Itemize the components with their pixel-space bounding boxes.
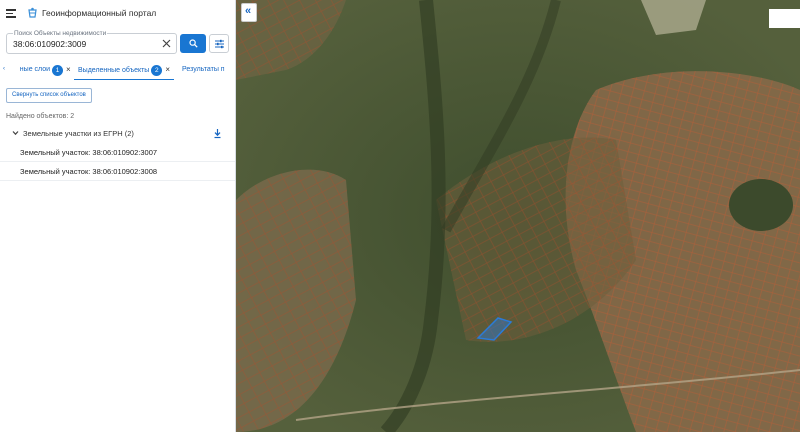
download-icon[interactable] bbox=[213, 128, 222, 139]
tab-scroll-left-icon[interactable]: ‹ bbox=[3, 66, 5, 72]
app-title: Геоинформационный портал bbox=[42, 8, 157, 18]
tab-selected-objects-badge: 2 bbox=[151, 64, 163, 76]
tab-bar: ‹ ные слои 1 × Выделенные объекты 2 × Резуль… bbox=[0, 60, 235, 80]
tab-selected-objects-label: Выделенные объекты bbox=[78, 67, 150, 74]
tab-layers-close-icon[interactable]: × bbox=[66, 60, 71, 80]
result-list-item[interactable]: Земельный участок: 38:06:010902:3008 bbox=[0, 162, 235, 181]
map-view[interactable]: « bbox=[236, 0, 800, 432]
hamburger-icon[interactable] bbox=[6, 9, 16, 18]
globe-logo-icon bbox=[28, 7, 37, 18]
filter-button[interactable] bbox=[209, 34, 229, 53]
tab-results-label: Результаты п bbox=[182, 66, 225, 73]
search-input[interactable]: Поиск Объекты недвижимости 38:06:010902:… bbox=[6, 30, 177, 54]
double-chevron-left-icon: « bbox=[245, 5, 252, 17]
app-bar: Геоинформационный портал bbox=[0, 0, 235, 28]
search-button[interactable] bbox=[180, 34, 206, 53]
tab-results[interactable]: Результаты п bbox=[182, 60, 225, 80]
tab-layers-label: ные слои bbox=[19, 66, 50, 73]
chevron-down-icon bbox=[12, 131, 19, 136]
collapse-list-button[interactable]: Свернуть список объектов bbox=[6, 88, 92, 103]
search-icon bbox=[189, 39, 198, 48]
left-panel: Геоинформационный портал Поиск Объекты н… bbox=[0, 0, 236, 432]
result-item-label: Земельный участок: 38:06:010902:3007 bbox=[20, 148, 158, 157]
tab-selected-objects-close-icon[interactable]: × bbox=[165, 60, 170, 80]
collapse-panel-button[interactable]: « bbox=[241, 3, 257, 22]
close-icon[interactable] bbox=[162, 39, 171, 48]
result-list-item[interactable]: Земельный участок: 38:06:010902:3007 bbox=[0, 143, 235, 162]
result-item-label: Земельный участок: 38:06:010902:3008 bbox=[20, 167, 158, 176]
satellite-imagery bbox=[236, 0, 800, 432]
map-control[interactable] bbox=[769, 9, 800, 28]
found-count-text: Найдено объектов: 2 bbox=[6, 113, 75, 120]
tab-selected-objects[interactable]: Выделенные объекты 2 × bbox=[74, 60, 175, 80]
search-input-value[interactable]: 38:06:010902:3009 bbox=[13, 39, 86, 49]
filter-sliders-icon bbox=[215, 39, 224, 49]
result-group-header[interactable]: Земельные участки из ЕГРН (2) bbox=[0, 126, 235, 142]
tab-layers[interactable]: ные слои 1 × bbox=[9, 60, 71, 80]
tab-layers-badge: 1 bbox=[52, 64, 63, 76]
search-input-label: Поиск Объекты недвижимости bbox=[13, 30, 108, 37]
result-group-label: Земельные участки из ЕГРН (2) bbox=[23, 129, 134, 138]
